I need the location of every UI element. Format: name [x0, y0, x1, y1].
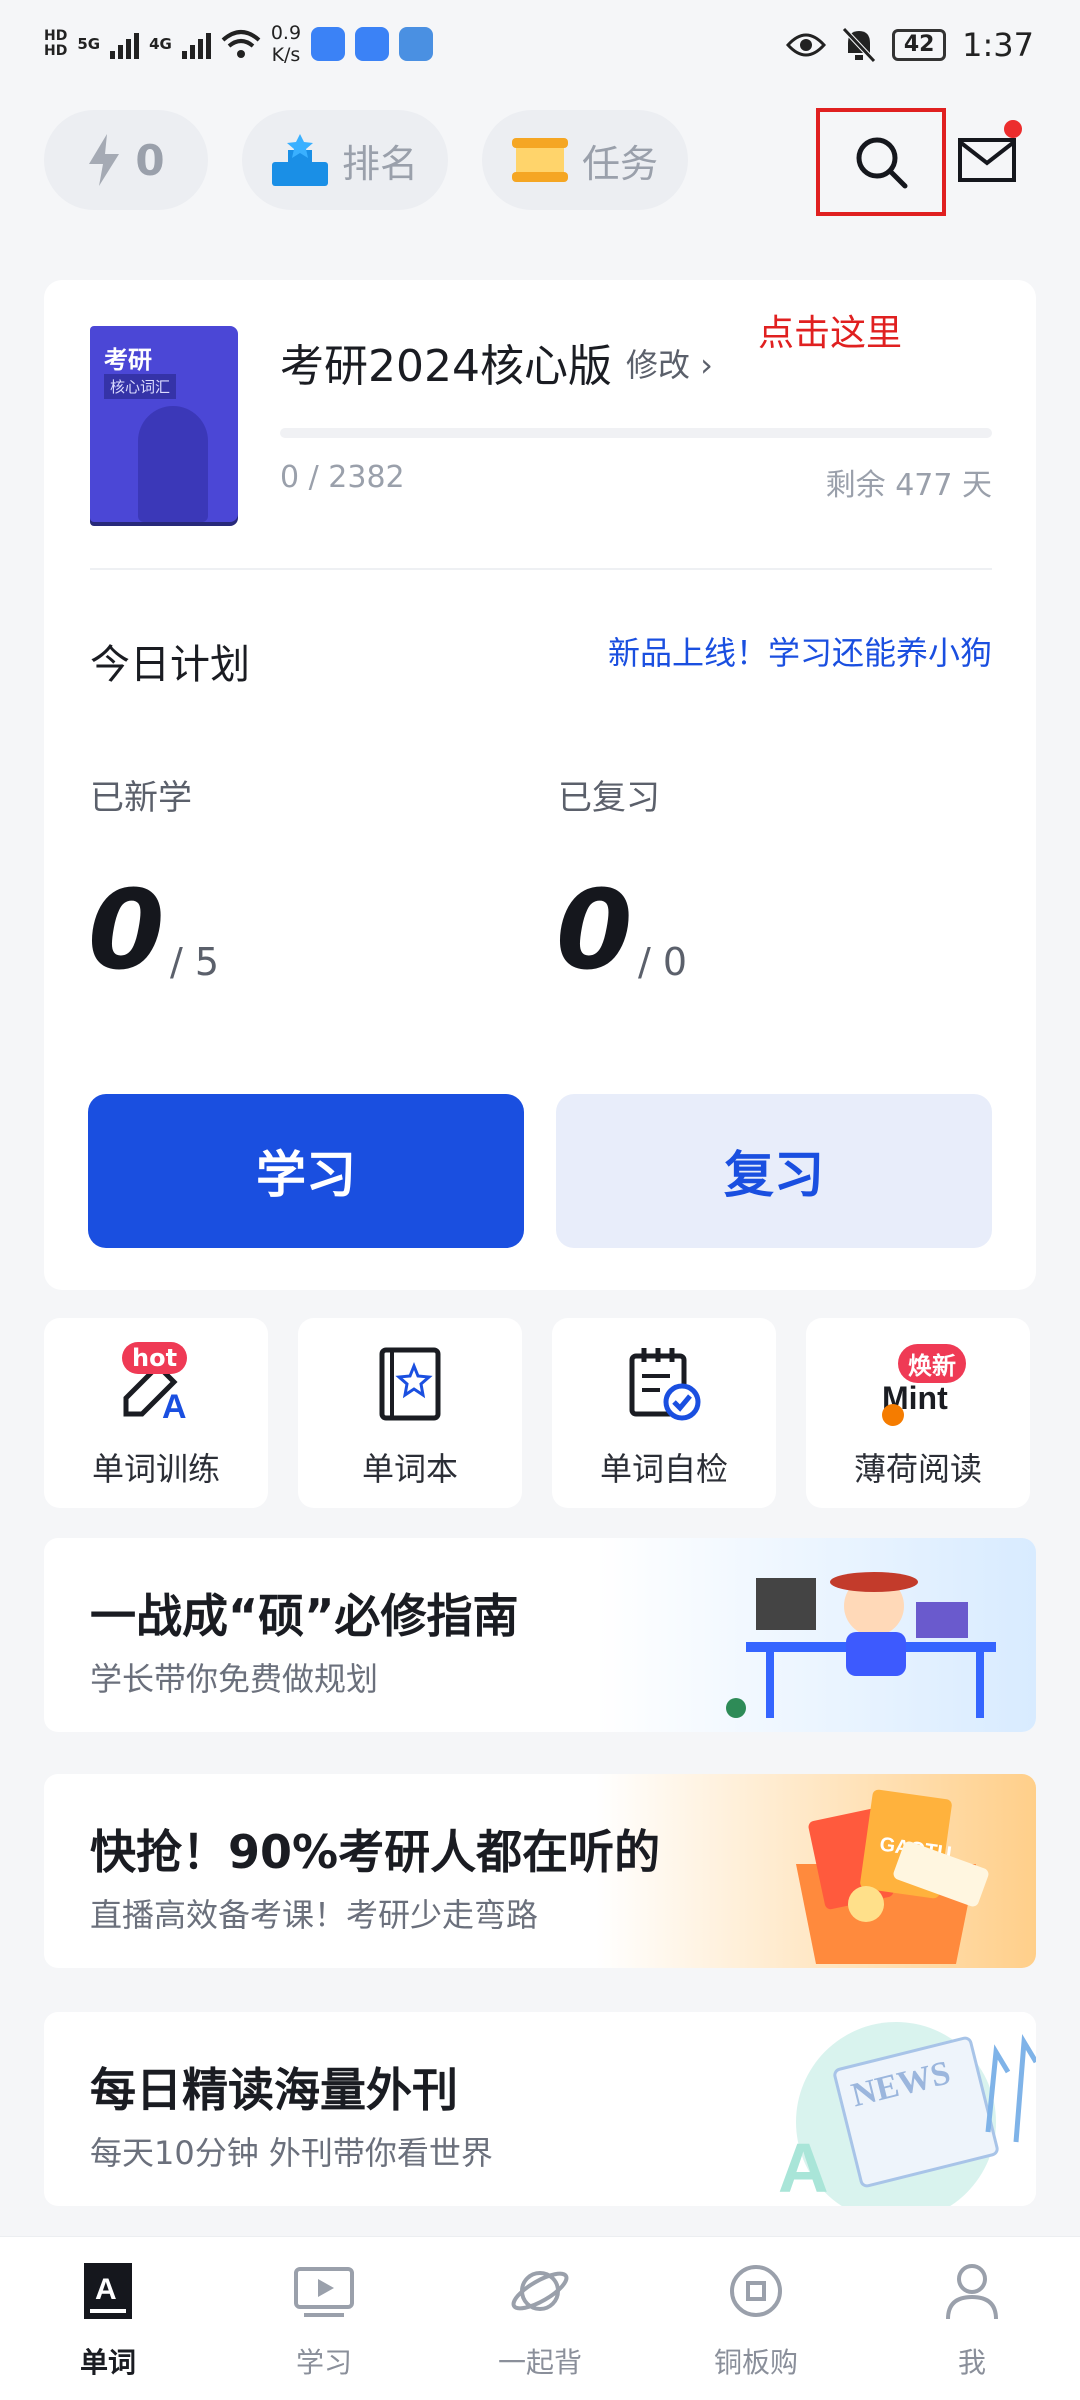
- task-chip[interactable]: 任务: [482, 110, 688, 210]
- app-notification-icon-3: [399, 27, 434, 61]
- annotation-text: 点击这里: [758, 313, 903, 354]
- tab-together[interactable]: 一起背: [470, 2259, 610, 2389]
- banner-subtitle: 学长带你免费做规划: [90, 1660, 379, 1698]
- banner-subtitle: 直播高效备考课！考研少走弯路: [90, 1896, 539, 1934]
- book-cover-title: 考研: [104, 346, 152, 374]
- svg-text:A: A: [162, 1388, 187, 1422]
- podium-icon: [271, 134, 328, 186]
- status-right: 42 1:37: [786, 26, 1034, 64]
- mail-button[interactable]: [952, 120, 1022, 200]
- rank-label: 排名: [341, 141, 418, 186]
- rank-chip[interactable]: 排名: [242, 110, 448, 210]
- tool-label: 单词自检: [599, 1450, 728, 1488]
- tab-label: 一起背: [497, 2346, 582, 2379]
- status-left: HD HD 5G 4G 0.9 K/s: [44, 22, 434, 66]
- tab-study[interactable]: 学习: [254, 2259, 394, 2389]
- user-icon: [946, 2264, 998, 2320]
- learn-button[interactable]: 学习: [88, 1094, 524, 1248]
- tab-words[interactable]: A 单词: [38, 2259, 178, 2389]
- mute-bell-icon: [842, 27, 876, 63]
- banner-title: 快抢！90%考研人都在听的: [90, 1825, 661, 1879]
- bottom-tab-bar: A 单词 学习 一起背 铜板购 我: [0, 2236, 1080, 2400]
- banner-guide[interactable]: 一战成“硕”必修指南 学长带你免费做规划: [44, 1538, 1036, 1732]
- app-notification-icon-2: [355, 27, 390, 61]
- today-plan-title: 今日计划: [90, 642, 250, 688]
- wifi-icon: [221, 30, 261, 58]
- lightning-icon: [89, 134, 120, 186]
- tab-me[interactable]: 我: [902, 2259, 1042, 2389]
- promo-link[interactable]: 新品上线！学习还能养小狗: [608, 628, 992, 674]
- progress-bar: [280, 428, 992, 438]
- signal-icon-2: [181, 29, 211, 59]
- hot-badge: hot: [122, 1342, 188, 1374]
- eye-icon: [786, 33, 827, 57]
- new-learned-target: / 5: [170, 940, 220, 984]
- edit-book-link[interactable]: 修改 ›: [626, 340, 713, 386]
- signal-icon: [110, 29, 140, 59]
- star-book-icon: [379, 1347, 441, 1421]
- svg-text:A: A: [95, 2273, 117, 2306]
- new-badge: 焕新: [898, 1344, 966, 1383]
- tab-label: 铜板购: [713, 2346, 798, 2379]
- coin-icon: [730, 2265, 782, 2317]
- video-screen-icon: [294, 2267, 354, 2317]
- new-learned-label: 已新学: [90, 778, 192, 818]
- tab-label: 单词: [79, 2346, 136, 2379]
- battery-icon: 42: [892, 29, 947, 61]
- banner-daily-reading[interactable]: NEWS A 每日精读海量外刊 每天10分钟 外刊带你看世界: [44, 2012, 1036, 2206]
- book-cover-subtitle: 核心词汇: [104, 374, 177, 399]
- hd-indicator: HD HD: [44, 28, 68, 59]
- word-a-icon: A: [84, 2263, 132, 2319]
- new-learned-count: 0: [88, 866, 165, 994]
- banner-news-illustration: NEWS A: [596, 2012, 1036, 2206]
- banner-desk-illustration: [596, 1538, 1036, 1732]
- rocket-illustration: [138, 406, 208, 522]
- planet-icon: [511, 2271, 569, 2311]
- banner-title: 每日精读海量外刊: [90, 2063, 458, 2117]
- banner-title: 一战成“硕”必修指南: [90, 1589, 519, 1643]
- mail-icon: [958, 138, 1016, 182]
- book-cover[interactable]: 考研 核心词汇: [90, 326, 238, 522]
- reviewed-count: 0: [556, 866, 633, 994]
- calendar-check-icon: [629, 1348, 701, 1421]
- plan-card: 考研 核心词汇 考研2024核心版 修改 › 点击这里 0 / 2382 剩余 …: [44, 280, 1036, 1290]
- tool-word-training[interactable]: A hot 单词训练: [44, 1318, 268, 1508]
- banner-live-course[interactable]: GAOTU 快抢！90%考研人都在听的 直播高效备考课！考研少走弯路: [44, 1774, 1036, 1968]
- task-label: 任务: [581, 141, 658, 186]
- scroll-icon: [511, 138, 568, 182]
- status-bar: HD HD 5G 4G 0.9 K/s 42 1:37: [0, 0, 1080, 100]
- energy-chip[interactable]: 0: [44, 110, 208, 210]
- tab-shop[interactable]: 铜板购: [686, 2259, 826, 2389]
- tab-label: 学习: [295, 2346, 352, 2379]
- reviewed-target: / 0: [638, 940, 688, 984]
- tool-mint-reading[interactable]: 焕新 Mint 薄荷阅读: [806, 1318, 1030, 1508]
- reviewed-label: 已复习: [558, 778, 660, 818]
- book-title: 考研2024核心版: [280, 341, 612, 392]
- tool-label: 单词训练: [91, 1450, 220, 1488]
- mint-logo-dot: [882, 1404, 904, 1426]
- tab-label: 我: [957, 2346, 986, 2379]
- search-icon: [856, 137, 908, 189]
- clock: 1:37: [962, 26, 1034, 64]
- progress-text: 0 / 2382: [280, 460, 405, 495]
- banner-books-illustration: GAOTU: [596, 1774, 1036, 1968]
- tool-label: 单词本: [361, 1450, 458, 1488]
- unread-dot: [1004, 120, 1022, 138]
- divider: [90, 568, 992, 570]
- review-button[interactable]: 复习: [556, 1094, 992, 1248]
- tool-wordbook[interactable]: 单词本: [298, 1318, 522, 1508]
- svg-text:A: A: [778, 2129, 829, 2206]
- search-button[interactable]: [816, 108, 946, 216]
- app-notification-icon: [311, 27, 346, 61]
- energy-count: 0: [135, 135, 165, 185]
- network-4g-label: 4G: [149, 35, 172, 53]
- tool-self-check[interactable]: 单词自检: [552, 1318, 776, 1508]
- remaining-days: 剩余 477 天: [825, 468, 992, 503]
- tool-label: 薄荷阅读: [853, 1450, 982, 1488]
- network-5g-label: 5G: [77, 35, 101, 53]
- network-speed: 0.9 K/s: [270, 22, 302, 66]
- banner-subtitle: 每天10分钟 外刊带你看世界: [90, 2134, 493, 2172]
